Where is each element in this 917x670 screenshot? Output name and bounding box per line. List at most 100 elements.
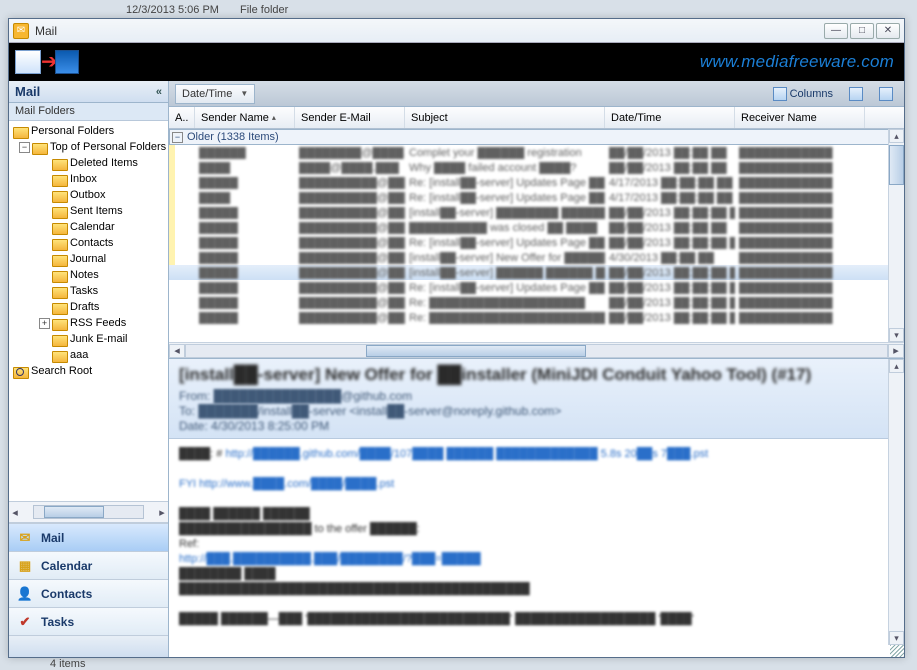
expand-toggle-icon[interactable]: + <box>39 318 50 329</box>
column-email[interactable]: Sender E-Mail <box>295 107 405 128</box>
cell-email: ██████████@████.███ <box>295 207 405 219</box>
message-row[interactable]: ███████████████@████.███Re: [install██-s… <box>169 175 904 190</box>
column-receiver[interactable]: Receiver Name <box>735 107 865 128</box>
scroll-down-icon[interactable]: ▾ <box>889 631 904 645</box>
scroll-down-icon[interactable]: ▾ <box>889 328 904 342</box>
nav-section-calendar[interactable]: ▦Calendar <box>9 551 168 579</box>
layout-button-1[interactable] <box>844 84 868 104</box>
scroll-up-icon[interactable]: ▴ <box>889 129 904 143</box>
nav-section-tasks[interactable]: ✔Tasks <box>9 607 168 635</box>
print-icon[interactable] <box>15 50 41 74</box>
banner-icons: ➔ <box>11 47 101 77</box>
message-row[interactable]: ███████████████@████.███Re: [install██-s… <box>169 280 904 295</box>
message-row[interactable]: ███████████████@████.███Re: ████████████… <box>169 310 904 325</box>
tree-item-tasks[interactable]: Tasks <box>9 283 168 299</box>
sort-dropdown[interactable]: Date/Time ▼ <box>175 84 255 104</box>
cell-email: ████@████.███ <box>295 162 405 174</box>
list-vscroll[interactable]: ▴ ▾ <box>888 129 904 342</box>
scroll-thumb[interactable] <box>366 345 586 357</box>
message-row[interactable]: ███████████████@████.███Re: [install██-s… <box>169 235 904 250</box>
tree-item-outbox[interactable]: Outbox <box>9 187 168 203</box>
cell-date: ██/██/2013 ██:██:██ ██ <box>605 297 735 309</box>
banner-url[interactable]: www.mediafreeware.com <box>700 52 894 72</box>
tree-item-junk-e-mail[interactable]: Junk E-mail <box>9 331 168 347</box>
preview-link[interactable]: http://███.██████████.███/████████/?███=… <box>179 552 894 567</box>
tree-item-deleted-items[interactable]: Deleted Items <box>9 155 168 171</box>
tree-item-label: Inbox <box>70 173 97 185</box>
folder-tree[interactable]: Personal Folders − Top of Personal Folde… <box>9 121 168 501</box>
tree-top[interactable]: − Top of Personal Folders <box>9 139 168 155</box>
scroll-track[interactable] <box>33 505 144 519</box>
close-button[interactable]: ✕ <box>876 23 900 39</box>
group-header[interactable]: − Older (1338 Items) <box>169 129 904 145</box>
collapse-toggle-icon[interactable]: − <box>172 132 183 143</box>
tree-item-journal[interactable]: Journal <box>9 251 168 267</box>
column-attach[interactable]: A.. <box>169 107 195 128</box>
nav-hscroll[interactable]: ◂ ▸ <box>9 501 168 523</box>
scroll-right-icon[interactable]: ▸ <box>888 344 904 358</box>
nav-section-mail[interactable]: ✉Mail <box>9 523 168 551</box>
cell-subject: Complet your ██████ registration <box>405 147 605 159</box>
contacts-icon: 👤 <box>17 586 33 602</box>
layout-button-2[interactable] <box>874 84 898 104</box>
scroll-right-icon[interactable]: ▸ <box>156 506 168 519</box>
column-sender[interactable]: Sender Name▴ <box>195 107 295 128</box>
column-label: Subject <box>411 112 448 124</box>
nav-section-contacts[interactable]: 👤Contacts <box>9 579 168 607</box>
cell-date: ██/██/2013 ██:██:██ ██ <box>605 312 735 324</box>
column-date[interactable]: Date/Time <box>605 107 735 128</box>
export-target-icon[interactable] <box>55 50 79 74</box>
scroll-left-icon[interactable]: ◂ <box>9 506 21 519</box>
scroll-left-icon[interactable]: ◂ <box>169 344 185 358</box>
preview-body[interactable]: ████: # http://██████.github.com/████/10… <box>169 439 904 635</box>
tree-item-label: Junk E-mail <box>70 333 127 345</box>
cell-date: ██/██/2013 ██:██ ██ <box>605 222 735 234</box>
unread-indicator <box>169 280 175 295</box>
minimize-button[interactable]: — <box>824 23 848 39</box>
cell-date: 4/17/2013 ██:██:██ ██ <box>605 192 735 204</box>
scroll-thumb[interactable] <box>889 145 904 185</box>
scroll-up-icon[interactable]: ▴ <box>889 359 904 373</box>
message-row[interactable]: ███████████████@████.███[install██-serve… <box>169 205 904 220</box>
message-row[interactable]: ████████@████.███Why ████ failed account… <box>169 160 904 175</box>
message-list[interactable]: − Older (1338 Items) ██████████████@████… <box>169 129 904 342</box>
tree-item-drafts[interactable]: Drafts <box>9 299 168 315</box>
columns-button[interactable]: Columns <box>768 84 838 104</box>
tree-root[interactable]: Personal Folders <box>9 123 168 139</box>
preview-link[interactable]: http://██████.github.com/████/107████ ██… <box>225 448 708 460</box>
column-headers[interactable]: A..Sender Name▴Sender E-Mail Subject Date/… <box>169 107 904 129</box>
message-row[interactable]: ███████████████@████.███Re: ████████████… <box>169 295 904 310</box>
titlebar[interactable]: ✉ Mail — □ ✕ <box>9 19 904 43</box>
cell-date: ██/██/2013 ██:██ ██ <box>605 147 735 159</box>
cell-receiver: ████████████ <box>735 282 855 294</box>
tree-item-sent-items[interactable]: Sent Items <box>9 203 168 219</box>
scroll-thumb[interactable] <box>44 506 104 518</box>
nav-collapse-icon[interactable]: « <box>156 86 162 98</box>
tree-item-rss-feeds[interactable]: +RSS Feeds <box>9 315 168 331</box>
column-subject[interactable]: Subject <box>405 107 605 128</box>
tree-item-aaa[interactable]: aaa <box>9 347 168 363</box>
list-hscroll[interactable]: ◂ ▸ <box>169 342 904 358</box>
bg-items: 4 items <box>50 658 85 670</box>
tree-item-calendar[interactable]: Calendar <box>9 219 168 235</box>
message-row[interactable]: ██████████████@████.███Complet your ████… <box>169 145 904 160</box>
unread-indicator <box>169 295 175 310</box>
maximize-button[interactable]: □ <box>850 23 874 39</box>
preview-link[interactable]: FYI http://www.████.com/████/████.pst <box>179 477 894 492</box>
toolbar: Date/Time ▼ Columns <box>169 81 904 107</box>
resize-grip-icon[interactable] <box>890 645 904 657</box>
message-row[interactable]: ███████████████@████.█████████████ was c… <box>169 220 904 235</box>
expand-toggle-icon[interactable]: − <box>19 142 30 153</box>
tree-search-root[interactable]: Search Root <box>9 363 168 379</box>
app-window: ✉ Mail — □ ✕ ➔ www.mediafreeware.com Mai… <box>8 18 905 658</box>
message-row[interactable]: ███████████████@████.███[install██-serve… <box>169 265 904 280</box>
preview-vscroll[interactable]: ▴ ▾ <box>888 359 904 645</box>
cell-subject: [install██-server] ██████ ██████ ████ <box>405 267 605 279</box>
cell-email: ██████████@████.███ <box>295 177 405 189</box>
tree-item-contacts[interactable]: Contacts <box>9 235 168 251</box>
tree-item-inbox[interactable]: Inbox <box>9 171 168 187</box>
layout-icon <box>879 87 893 101</box>
message-row[interactable]: ██████████████@████.███Re: [install██-se… <box>169 190 904 205</box>
message-row[interactable]: ███████████████@████.███[install██-serve… <box>169 250 904 265</box>
tree-item-notes[interactable]: Notes <box>9 267 168 283</box>
